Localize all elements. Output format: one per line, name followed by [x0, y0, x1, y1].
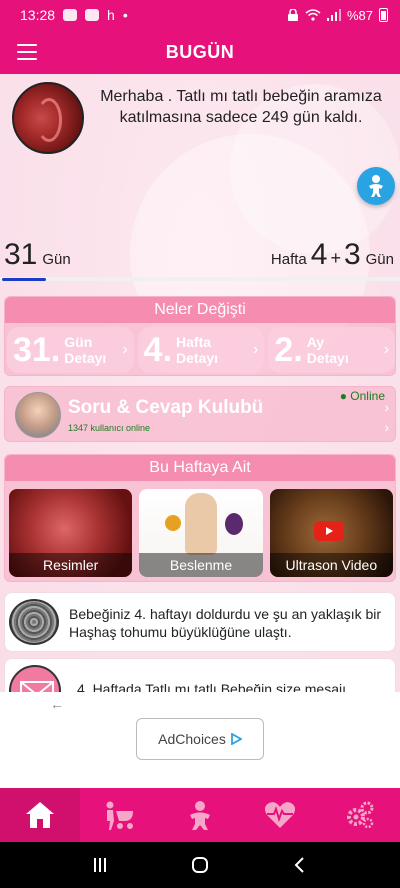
chevron-right-icon: ›	[122, 341, 128, 358]
stroller-icon	[106, 801, 133, 830]
detail-number: 4.	[143, 330, 173, 369]
notification-letter: h	[107, 7, 115, 23]
status-bar: 13:28 h • %87	[0, 0, 400, 30]
week-counter: Hafta 4 + 3 Gün	[271, 238, 394, 272]
club-users-online: 1347 kullanıcı online	[68, 423, 151, 433]
soru-cevap-club-card[interactable]: Soru & Cevap Kulubü 1347 kullanıcı onlin…	[4, 386, 396, 442]
day-detail-button[interactable]: 31. Gün Detayı ›	[7, 327, 134, 373]
bottom-nav	[0, 788, 400, 842]
nav-health[interactable]	[240, 788, 320, 842]
ad-back-arrow[interactable]: ←	[50, 696, 64, 712]
system-nav-bar	[0, 842, 400, 888]
detail-label-top: Ay	[306, 334, 325, 350]
notification-icon	[63, 9, 78, 21]
chevron-right-icon: ›	[253, 341, 259, 358]
club-title: Soru & Cevap Kulubü	[68, 397, 264, 418]
day-number: 31	[4, 238, 38, 271]
embryo-avatar[interactable]	[12, 82, 84, 154]
play-icon	[313, 521, 344, 541]
ad-banner: ← AdChoices	[0, 692, 400, 788]
tile-caption: Beslenme	[139, 553, 263, 577]
extra-days-number: 3	[343, 238, 361, 271]
day-counter: 31 Gün	[4, 238, 71, 272]
detail-number: 31.	[13, 330, 61, 369]
tile-caption: Ultrason Video	[269, 553, 393, 577]
baby-size-card[interactable]: Bebeğiniz 4. haftayı doldurdu ve şu an y…	[4, 592, 396, 652]
envelope-icon	[9, 665, 61, 692]
chevron-right-icon: ›	[384, 399, 389, 415]
detail-label-bottom: Detayı	[306, 350, 349, 366]
settings-icon	[347, 801, 374, 829]
adchoices-button[interactable]: AdChoices	[136, 718, 264, 760]
pregnancy-progress-track	[0, 277, 400, 281]
baby-message-card[interactable]: 4. Haftada Tatlı mı tatlı Bebeğin size m…	[4, 658, 396, 692]
detail-number: 2.	[274, 330, 303, 369]
ultrasound-video-tile[interactable]: Ultrason Video	[269, 489, 393, 577]
neler-degisti-card: Neler Değişti 31. Gün Detayı › 4. Hafta De…	[4, 296, 396, 376]
adchoices-icon	[230, 733, 242, 745]
pepper-image	[165, 515, 182, 531]
gallery-icon	[85, 9, 100, 21]
main-content[interactable]: Merhaba . Tatlı mı tatlı bebeğin aramıza…	[0, 74, 400, 692]
signal-icon	[326, 9, 341, 21]
baby-icon	[369, 175, 383, 197]
detail-label-bottom: Detayı	[64, 350, 107, 366]
adchoices-label: AdChoices	[158, 731, 226, 747]
menu-icon[interactable]	[17, 44, 37, 60]
battery-text: %87	[346, 7, 373, 23]
baby-message-text: 4. Haftada Tatlı mı tatlı Bebeğin size m…	[77, 681, 346, 692]
club-avatar	[15, 392, 61, 438]
bu-haftaya-ait-card: Bu Haftaya Ait Resimler Beslenme Ultraso…	[4, 454, 396, 582]
nav-stroller[interactable]	[80, 788, 160, 842]
plus-sign: +	[330, 248, 341, 268]
detail-label-top: Hafta	[176, 334, 212, 350]
status-time: 13:28	[20, 7, 56, 23]
baby-size-text: Bebeğiniz 4. haftayı doldurdu ve şu an y…	[69, 606, 382, 640]
lock-icon	[287, 9, 298, 21]
detail-label-top: Gün	[64, 334, 93, 350]
page-title: BUGÜN	[165, 41, 235, 62]
chevron-right-icon: ›	[383, 341, 390, 358]
week-detail-button[interactable]: 4. Hafta Detayı ›	[137, 327, 265, 373]
nav-home[interactable]	[0, 788, 80, 842]
poppy-seed-image	[9, 599, 59, 645]
wifi-icon	[305, 9, 321, 21]
nav-baby[interactable]	[160, 788, 240, 842]
tile-caption: Resimler	[9, 553, 133, 577]
woman-image	[185, 493, 218, 555]
pregnancy-progress-fill	[2, 278, 46, 281]
nav-settings[interactable]	[320, 788, 400, 842]
back-icon[interactable]	[292, 856, 308, 874]
recent-apps-icon[interactable]	[92, 857, 108, 873]
week-label: Hafta	[270, 251, 307, 268]
week-number: 4	[310, 238, 328, 271]
detail-label-bottom: Detayı	[176, 350, 219, 366]
app-bar: BUGÜN	[0, 30, 400, 74]
heartbeat-icon	[264, 802, 296, 828]
extra-days-unit: Gün	[365, 251, 394, 268]
notification-dot: •	[122, 7, 128, 23]
nutrition-tile[interactable]: Beslenme	[139, 489, 263, 577]
baby-icon	[190, 801, 210, 830]
battery-icon	[379, 8, 388, 22]
home-icon	[26, 802, 54, 828]
month-detail-button[interactable]: 2. Ay Detayı ›	[268, 327, 396, 373]
greeting-text: Merhaba . Tatlı mı tatlı bebeğin aramıza…	[100, 88, 382, 126]
baby-fab-button[interactable]	[357, 167, 395, 205]
pictures-tile[interactable]: Resimler	[9, 489, 133, 577]
day-unit: Gün	[42, 251, 71, 268]
chevron-right-icon: ›	[384, 419, 389, 435]
home-button-icon[interactable]	[191, 856, 209, 874]
online-status: ● Online	[339, 389, 385, 403]
grapes-image	[225, 513, 244, 535]
neler-degisti-header: Neler Değişti	[5, 297, 395, 323]
bu-haftaya-ait-header: Bu Haftaya Ait	[5, 455, 395, 481]
